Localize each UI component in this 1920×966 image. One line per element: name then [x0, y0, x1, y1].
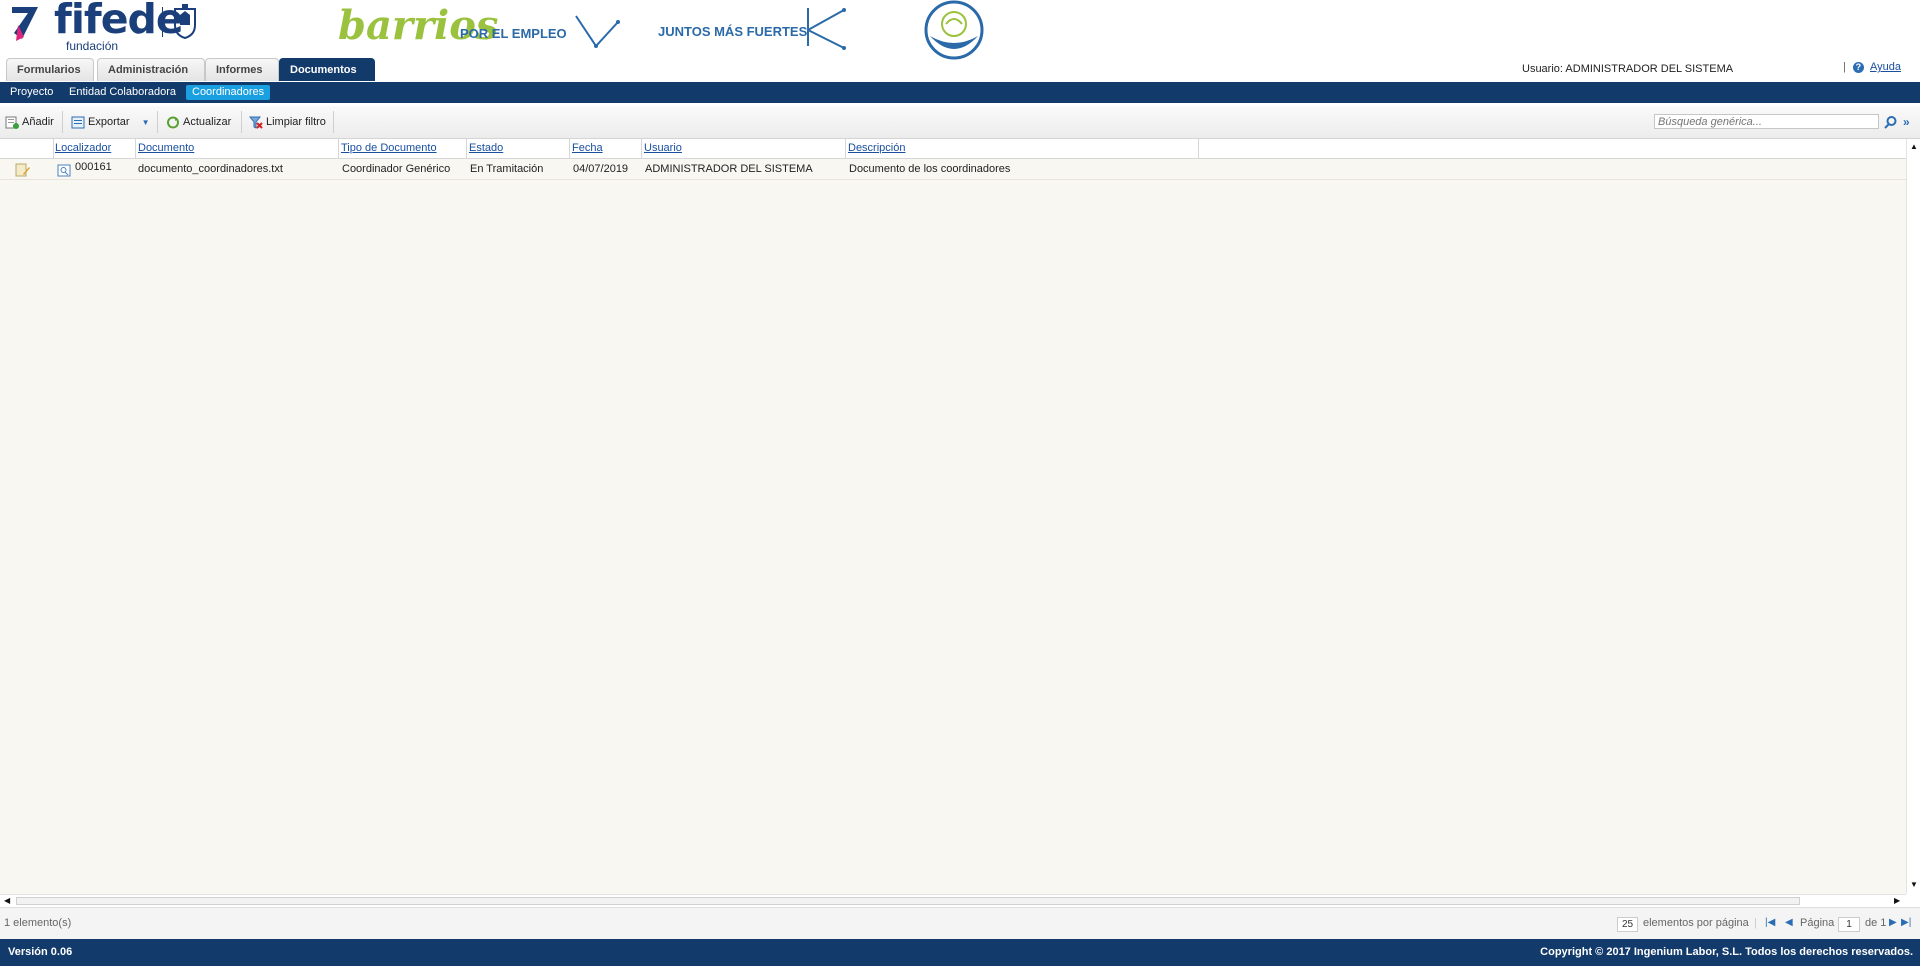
- refresh-icon: [167, 116, 179, 129]
- version-label: Versión 0.06: [8, 946, 73, 958]
- column-separator: [135, 139, 136, 158]
- scroll-up-icon[interactable]: ▲: [1910, 143, 1918, 151]
- help-separator: |: [1843, 61, 1846, 73]
- table-row[interactable]: 000161 documento_coordinadores.txt Coord…: [0, 159, 1906, 180]
- fifede-brand: fifede: [54, 0, 184, 43]
- toolbar-separator: [62, 111, 63, 133]
- column-header-fecha[interactable]: Fecha: [572, 142, 603, 154]
- export-button[interactable]: Exportar ▼: [71, 114, 150, 131]
- fifede-logo-mark-icon: [12, 7, 38, 41]
- cell-descripcion: Documento de los coordinadores: [849, 163, 1011, 175]
- previous-page-icon[interactable]: ◀: [1785, 917, 1793, 928]
- clear-filter-button-label: Limpiar filtro: [266, 116, 326, 128]
- network-lines-icon: [807, 8, 846, 50]
- page-label: Página: [1800, 917, 1835, 929]
- vertical-scrollbar[interactable]: ▲ ▼: [1906, 139, 1920, 894]
- toolbar-separator: [157, 111, 158, 133]
- column-header-estado[interactable]: Estado: [469, 142, 503, 154]
- page-of-label: de 1: [1865, 917, 1887, 929]
- edit-icon[interactable]: [15, 162, 31, 177]
- subnav-proyecto[interactable]: Proyecto: [4, 85, 59, 100]
- per-page-input[interactable]: 25: [1617, 917, 1638, 932]
- network-lines-icon: [575, 15, 620, 48]
- fifede-sub: fundación: [66, 39, 119, 53]
- grid-header-row: Localizador Documento Tipo de Documento …: [0, 139, 1906, 159]
- column-separator: [641, 139, 642, 158]
- app-header: fifede fundación barrios POR EL EMPLEO J…: [0, 0, 1920, 75]
- record-count: 1 elemento(s): [4, 917, 72, 929]
- pager-separator: |: [1754, 917, 1757, 929]
- column-header-documento[interactable]: Documento: [138, 142, 194, 154]
- per-page-label: elementos por página: [1643, 917, 1749, 929]
- cell-tipo-documento: Coordinador Genérico: [342, 163, 451, 175]
- documents-grid: Localizador Documento Tipo de Documento …: [0, 139, 1906, 894]
- juntos-mas-fuertes-text: JUNTOS MÁS FUERTES: [658, 24, 808, 39]
- current-user-label: Usuario: ADMINISTRADOR DEL SISTEMA: [1522, 63, 1734, 75]
- first-page-icon[interactable]: |◀: [1765, 917, 1775, 928]
- tab-formularios[interactable]: Formularios: [6, 58, 94, 81]
- cell-estado: En Tramitación: [470, 163, 544, 175]
- column-separator: [53, 139, 54, 158]
- barrios-tag: POR EL EMPLEO: [460, 26, 567, 41]
- export-icon: [71, 116, 85, 129]
- column-separator: [338, 139, 339, 158]
- cell-localizador: 000161: [75, 161, 112, 173]
- toolbar-separator: [241, 111, 242, 133]
- chevron-down-icon[interactable]: ▼: [142, 118, 150, 127]
- column-separator: [466, 139, 467, 158]
- refresh-button[interactable]: Actualizar: [166, 114, 231, 131]
- clear-filter-button[interactable]: Limpiar filtro: [249, 114, 326, 131]
- last-page-icon[interactable]: ▶|: [1901, 917, 1911, 928]
- subnav-entidad-colaboradora[interactable]: Entidad Colaboradora: [63, 85, 182, 100]
- column-header-localizador[interactable]: Localizador: [55, 142, 111, 154]
- copyright-label: Copyright © 2017 Ingenium Labor, S.L. To…: [1540, 946, 1913, 958]
- cell-fecha: 04/07/2019: [573, 163, 629, 175]
- cabildo-crest-icon: [174, 4, 196, 39]
- cell-documento: documento_coordinadores.txt: [138, 163, 283, 175]
- column-separator: [1198, 139, 1199, 158]
- sub-navigation: Proyecto Entidad Colaboradora Coordinado…: [0, 82, 1920, 103]
- column-separator: [845, 139, 846, 158]
- add-button[interactable]: Añadir: [5, 114, 54, 131]
- generic-search-input[interactable]: [1654, 114, 1879, 129]
- tab-administracion[interactable]: Administración: [97, 58, 205, 81]
- double-chevron-down-icon[interactable]: »: [1903, 115, 1910, 129]
- grid-pager: 1 elemento(s) 25 elementos por página | …: [0, 907, 1920, 940]
- toolbar-separator: [333, 111, 334, 133]
- add-document-icon: [5, 116, 19, 129]
- next-page-icon[interactable]: ▶: [1889, 917, 1897, 928]
- view-document-icon[interactable]: [57, 164, 71, 177]
- fifede-logo: fifede fundación: [8, 0, 203, 53]
- export-button-label: Exportar: [88, 116, 130, 128]
- add-button-label: Añadir: [22, 116, 54, 128]
- column-header-tipo-documento[interactable]: Tipo de Documento: [341, 142, 437, 154]
- search-icon[interactable]: [1884, 116, 1897, 129]
- scroll-left-icon[interactable]: ◀: [4, 897, 10, 905]
- app-footer: Versión 0.06 Copyright © 2017 Ingenium L…: [0, 939, 1920, 966]
- subnav-coordinadores[interactable]: Coordinadores: [186, 85, 271, 100]
- column-separator: [569, 139, 570, 158]
- grid-toolbar: Añadir Exportar ▼ Actualizar Limpiar fil…: [0, 106, 1920, 139]
- barrios-round-badge-icon: [924, 0, 984, 60]
- tab-documentos[interactable]: Documentos: [279, 58, 375, 81]
- scroll-right-icon[interactable]: ▶: [1894, 897, 1900, 905]
- cell-usuario: ADMINISTRADOR DEL SISTEMA: [645, 163, 813, 175]
- horizontal-scrollbar[interactable]: ◀ ▶: [0, 894, 1906, 907]
- help-link[interactable]: Ayuda: [1870, 61, 1901, 73]
- refresh-button-label: Actualizar: [183, 116, 232, 128]
- tab-informes[interactable]: Informes: [205, 58, 279, 81]
- column-header-descripcion[interactable]: Descripción: [848, 142, 905, 154]
- help-icon[interactable]: ?: [1852, 61, 1864, 73]
- page-number-input[interactable]: 1: [1838, 917, 1860, 932]
- scroll-down-icon[interactable]: ▼: [1910, 881, 1918, 889]
- logo-separator: [162, 7, 163, 37]
- horizontal-scroll-thumb[interactable]: [16, 897, 1800, 905]
- help-link-group: | ? Ayuda: [1843, 61, 1901, 73]
- clear-filter-icon: [249, 116, 263, 129]
- column-header-usuario[interactable]: Usuario: [644, 142, 682, 154]
